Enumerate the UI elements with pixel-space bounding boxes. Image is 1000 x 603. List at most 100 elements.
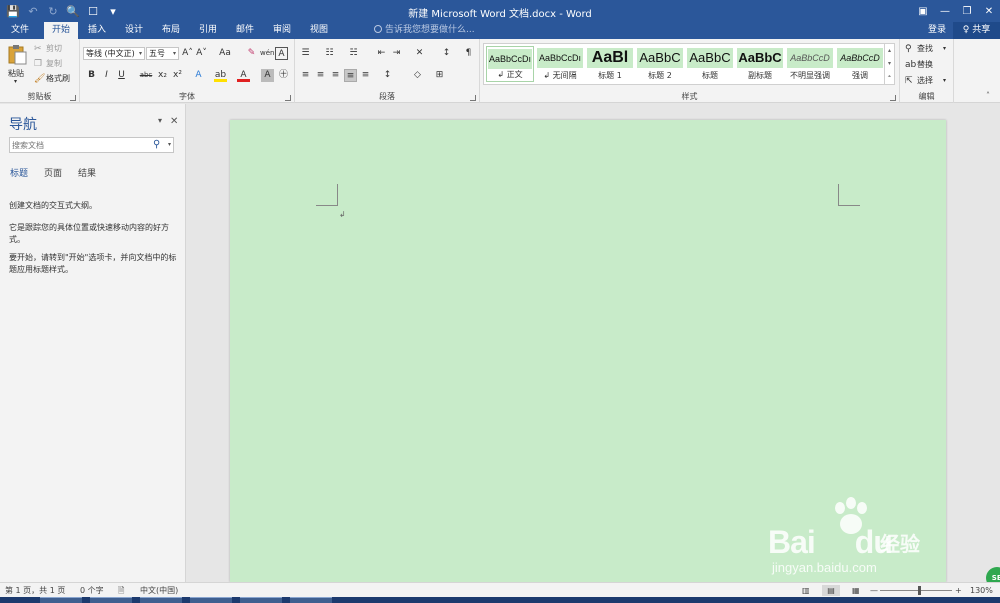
- style-heading-2[interactable]: AaBbC 标题 2: [636, 46, 684, 82]
- web-layout-icon[interactable]: ▦: [852, 585, 860, 596]
- taskbar-item[interactable]: [190, 597, 232, 603]
- change-case-button[interactable]: Aa: [215, 47, 235, 60]
- zoom-level[interactable]: 130%: [970, 585, 993, 596]
- close-button[interactable]: ✕: [978, 0, 1000, 22]
- page-count[interactable]: 第 1 页，共 1 页: [5, 585, 65, 596]
- print-layout-icon[interactable]: ▤: [822, 585, 840, 596]
- styles-gallery-scroll[interactable]: ▴ ▾ ⩡: [884, 44, 894, 84]
- taskbar-item[interactable]: [290, 597, 332, 603]
- search-document-input[interactable]: [12, 139, 147, 151]
- clipboard-launcher-icon[interactable]: [70, 95, 76, 101]
- copy-button[interactable]: ❐ 复制: [34, 58, 78, 70]
- replace-button[interactable]: ab 替换: [905, 59, 951, 71]
- vertical-scrollbar[interactable]: [991, 104, 1000, 582]
- language-indicator[interactable]: 中文(中国): [140, 585, 178, 596]
- nav-tab-headings[interactable]: 标题: [10, 166, 28, 179]
- align-right-button[interactable]: ≡: [329, 69, 342, 82]
- multilevel-list-button[interactable]: ☵: [347, 47, 360, 60]
- tab-home[interactable]: 开始: [44, 22, 78, 39]
- tell-me-box[interactable]: 告诉我您想要做什么...: [374, 22, 475, 39]
- search-options-icon[interactable]: ▾: [168, 139, 171, 151]
- zoom-in-button[interactable]: +: [955, 585, 962, 596]
- paragraph-shading-button[interactable]: ◇: [411, 69, 424, 82]
- scroll-down-icon[interactable]: ▾: [885, 57, 894, 70]
- character-border-button[interactable]: A: [275, 47, 288, 60]
- nav-tab-pages[interactable]: 页面: [44, 166, 62, 179]
- format-painter-button[interactable]: 🖌 格式刷: [34, 73, 78, 85]
- close-pane-icon[interactable]: ✕: [170, 116, 178, 127]
- paragraph-launcher-icon[interactable]: [470, 95, 476, 101]
- scroll-up-icon[interactable]: ▴: [885, 44, 894, 57]
- subscript-button[interactable]: x₂: [156, 69, 169, 82]
- pane-options-icon[interactable]: ▾: [158, 116, 162, 125]
- ribbon-display-options-button[interactable]: ▣: [912, 0, 934, 22]
- word-count[interactable]: 0 个字: [80, 585, 104, 596]
- select-button[interactable]: ⇱ 选择 ▾: [905, 75, 951, 87]
- style-normal[interactable]: AaBbCcDı ↲ 正文: [486, 46, 534, 82]
- line-spacing-button[interactable]: ↕: [381, 69, 394, 82]
- taskbar-item[interactable]: [240, 597, 282, 603]
- justify-button[interactable]: ≡: [344, 69, 357, 82]
- style-heading-1[interactable]: AaBl 标题 1: [586, 46, 634, 82]
- chinese-layout-button[interactable]: ✕: [413, 47, 426, 60]
- taskbar-item[interactable]: [90, 597, 132, 603]
- sign-in-link[interactable]: 登录: [928, 22, 946, 39]
- tab-file[interactable]: 文件: [0, 22, 40, 39]
- cut-button[interactable]: ✂ 剪切: [34, 43, 78, 55]
- tab-view[interactable]: 视图: [304, 22, 334, 39]
- tab-references[interactable]: 引用: [193, 22, 223, 39]
- numbering-button[interactable]: ☷: [323, 47, 336, 60]
- restore-button[interactable]: ❐: [956, 0, 978, 22]
- share-button[interactable]: ♀ 共享: [953, 22, 1000, 39]
- find-button[interactable]: ⚲ 查找 ▾: [905, 43, 951, 55]
- enclose-characters-button[interactable]: ㊉: [277, 69, 290, 82]
- zoom-slider[interactable]: [880, 590, 952, 591]
- taskbar-item[interactable]: [40, 597, 82, 603]
- phonetic-guide-button[interactable]: wén: [260, 47, 274, 60]
- character-shading-button[interactable]: A: [261, 69, 274, 82]
- zoom-out-button[interactable]: —: [870, 585, 878, 596]
- increase-indent-button[interactable]: ⇥: [390, 47, 403, 60]
- paste-button[interactable]: 粘贴 ▾: [4, 43, 30, 85]
- bullets-button[interactable]: ☰: [299, 47, 312, 60]
- grow-font-button[interactable]: A˄: [181, 47, 194, 60]
- font-launcher-icon[interactable]: [285, 95, 291, 101]
- gallery-more-icon[interactable]: ⩡: [885, 70, 894, 83]
- highlight-color-button[interactable]: ab: [214, 69, 227, 82]
- shrink-font-button[interactable]: A˅: [195, 47, 208, 60]
- decrease-indent-button[interactable]: ⇤: [375, 47, 388, 60]
- underline-button[interactable]: U: [115, 69, 128, 82]
- text-effects-button[interactable]: A: [192, 69, 205, 82]
- read-mode-icon[interactable]: ▥: [802, 585, 810, 596]
- align-left-button[interactable]: ≡: [299, 69, 312, 82]
- collapse-ribbon-icon[interactable]: ˄: [986, 91, 990, 100]
- proofing-icon[interactable]: 🗎: [118, 585, 124, 596]
- strikethrough-button[interactable]: abc: [138, 69, 154, 82]
- sort-button[interactable]: ↕: [440, 47, 453, 60]
- style-subtle-emphasis[interactable]: AaBbCcD 不明显强调: [786, 46, 834, 82]
- italic-button[interactable]: I: [100, 69, 113, 82]
- taskbar-item[interactable]: [140, 597, 182, 603]
- borders-button[interactable]: ⊞: [433, 69, 446, 82]
- tab-mailings[interactable]: 邮件: [230, 22, 260, 39]
- styles-launcher-icon[interactable]: [890, 95, 896, 101]
- tab-insert[interactable]: 插入: [82, 22, 112, 39]
- tab-layout[interactable]: 布局: [156, 22, 186, 39]
- search-icon[interactable]: ⚲: [153, 139, 164, 151]
- distributed-button[interactable]: ≡: [359, 69, 372, 82]
- superscript-button[interactable]: x²: [171, 69, 184, 82]
- nav-tab-results[interactable]: 结果: [78, 166, 96, 179]
- tab-review[interactable]: 审阅: [267, 22, 297, 39]
- bold-button[interactable]: B: [85, 69, 98, 82]
- zoom-slider-thumb[interactable]: [918, 586, 921, 595]
- font-size-dropdown[interactable]: 五号 ▾: [146, 47, 179, 60]
- font-name-dropdown[interactable]: 等线 (中文正) ▾: [83, 47, 145, 60]
- style-emphasis[interactable]: AaBbCcD 强调: [836, 46, 884, 82]
- clear-formatting-button[interactable]: ✎: [245, 47, 258, 60]
- minimize-button[interactable]: —: [934, 0, 956, 22]
- style-subtitle[interactable]: AaBbC 副标题: [736, 46, 784, 82]
- tab-design[interactable]: 设计: [119, 22, 149, 39]
- style-title[interactable]: AaBbC 标题: [686, 46, 734, 82]
- style-no-spacing[interactable]: AaBbCcDı ↲ 无间隔: [536, 46, 584, 82]
- font-color-button[interactable]: A: [237, 69, 250, 82]
